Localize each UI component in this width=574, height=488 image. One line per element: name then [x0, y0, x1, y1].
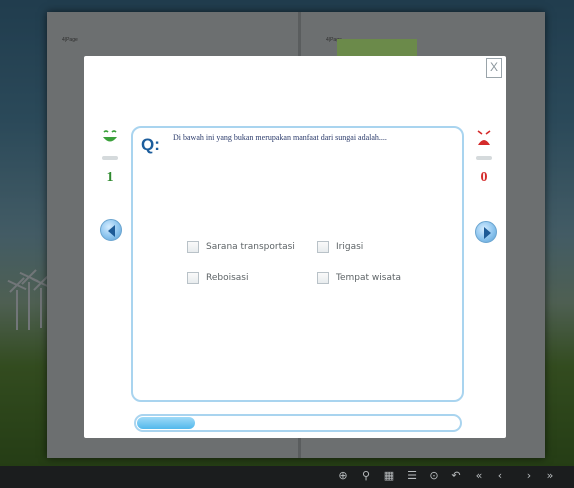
correct-score-bar — [102, 156, 118, 160]
correct-count: 1 — [106, 170, 114, 185]
checkbox[interactable] — [317, 272, 329, 284]
answer-option-label: Tempat wisata — [336, 273, 401, 283]
autoplay-icon[interactable]: ⊙ — [427, 468, 441, 484]
answer-option-label: Sarana transportasi — [206, 242, 295, 252]
answer-option-label: Irigasi — [336, 242, 364, 252]
answer-option[interactable]: Sarana transportasi — [187, 241, 295, 253]
checkbox[interactable] — [317, 241, 329, 253]
arrow-right-icon — [484, 227, 491, 239]
next-question-button[interactable] — [475, 221, 497, 243]
answer-option[interactable]: Reboisasi — [187, 272, 249, 284]
next-page-icon[interactable]: › — [522, 468, 536, 484]
thumbnails-icon[interactable]: ▦ — [382, 468, 396, 484]
wrong-score-bar — [476, 156, 492, 160]
close-button[interactable]: X — [486, 58, 502, 78]
undo-icon[interactable]: ↶ — [449, 468, 463, 484]
answer-option[interactable]: Tempat wisata — [317, 272, 401, 284]
checkbox[interactable] — [187, 241, 199, 253]
previous-page-icon[interactable]: ‹ — [493, 468, 507, 484]
zoom-in-icon[interactable]: ⊕ — [336, 468, 350, 484]
table-of-contents-icon[interactable]: ☰ — [405, 468, 419, 484]
answer-option[interactable]: Irigasi — [317, 241, 363, 253]
arrow-left-icon — [108, 225, 115, 237]
left-page-label: 4|Page — [62, 37, 78, 43]
page-graphic — [337, 39, 417, 57]
first-page-icon[interactable]: « — [472, 468, 486, 484]
zoom-out-icon[interactable]: ⚲ — [359, 468, 373, 484]
last-page-icon[interactable]: » — [543, 468, 557, 484]
question-panel — [131, 126, 464, 402]
question-marker: Q: — [141, 135, 160, 154]
quiz-progress-bar — [134, 414, 462, 432]
previous-question-button[interactable] — [100, 219, 122, 241]
bottom-toolbar — [0, 466, 574, 488]
smiley-face-icon — [103, 130, 117, 142]
progress-fill — [137, 417, 195, 429]
question-text: Di bawah ini yang bukan merupakan manfaa… — [173, 133, 387, 142]
checkbox[interactable] — [187, 272, 199, 284]
sad-face-icon — [477, 130, 491, 145]
answer-option-label: Reboisasi — [206, 273, 249, 283]
wrong-count: 0 — [480, 170, 488, 185]
